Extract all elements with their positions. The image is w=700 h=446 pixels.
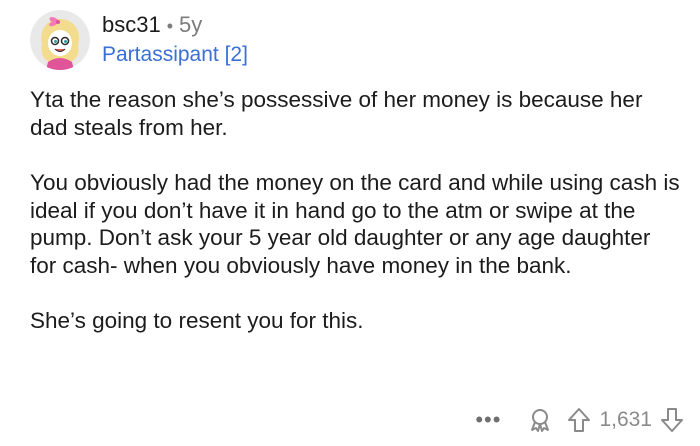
comment-meta: bsc31 • 5y Partassipant [2]	[102, 11, 248, 69]
comment-body: Yta the reason she’s possessive of her m…	[30, 86, 680, 363]
username[interactable]: bsc31	[102, 11, 161, 39]
more-options-button[interactable]: •••	[475, 409, 501, 431]
award-icon[interactable]	[527, 407, 553, 433]
comment-paragraph: You obviously had the money on the card …	[30, 170, 680, 278]
downvote-arrow-icon[interactable]	[660, 407, 684, 433]
comment-header: bsc31 • 5y Partassipant [2]	[30, 8, 248, 72]
author-line: bsc31 • 5y	[102, 11, 248, 40]
user-flair: Partassipant [2]	[102, 43, 248, 66]
separator-dot: •	[166, 16, 174, 36]
comment-age: 5y	[179, 12, 203, 37]
comment-actions: ••• 1,631	[475, 404, 684, 436]
comment-paragraph: She’s going to resent you for this.	[30, 308, 364, 333]
comment-paragraph: Yta the reason she’s possessive of her m…	[30, 87, 643, 140]
avatar[interactable]	[30, 10, 90, 70]
upvote-arrow-icon[interactable]	[567, 407, 591, 433]
avatar-icon	[30, 10, 90, 70]
vote-score: 1,631	[599, 408, 652, 431]
